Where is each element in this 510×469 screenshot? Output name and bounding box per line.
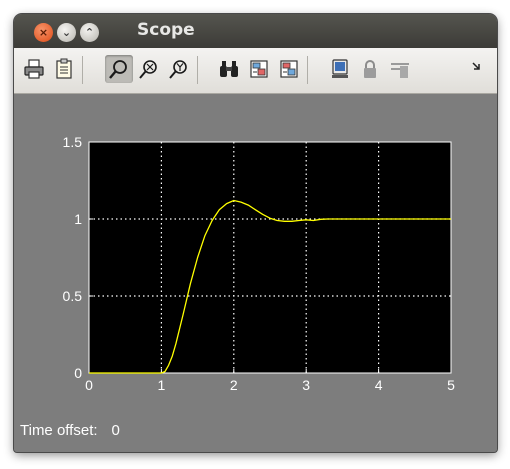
- x-tick-label: 5: [447, 377, 455, 393]
- time-offset-label: Time offset:: [20, 422, 98, 439]
- plot-area: [88, 141, 452, 374]
- x-tick-label: 0: [85, 377, 93, 393]
- x-tick-label: 1: [158, 377, 166, 393]
- scope-plot[interactable]: 0 1 2 3 4 5 0 0.5 1 1.5: [14, 14, 497, 452]
- x-tick-label: 3: [302, 377, 310, 393]
- time-offset: Time offset: 0: [20, 422, 134, 439]
- y-tick-label: 0.5: [63, 288, 83, 304]
- y-tick-label: 1: [74, 211, 82, 227]
- y-tick-label: 0: [74, 365, 82, 381]
- y-tick-label: 1.5: [63, 134, 83, 150]
- scope-window: × ⌄ ⌃ Scope 0 1 2 3 4 5 0 0.5 1 1.5 Time…: [14, 14, 497, 452]
- x-tick-label: 4: [375, 377, 383, 393]
- x-tick-label: 2: [230, 377, 238, 393]
- time-offset-value: 0: [111, 422, 120, 439]
